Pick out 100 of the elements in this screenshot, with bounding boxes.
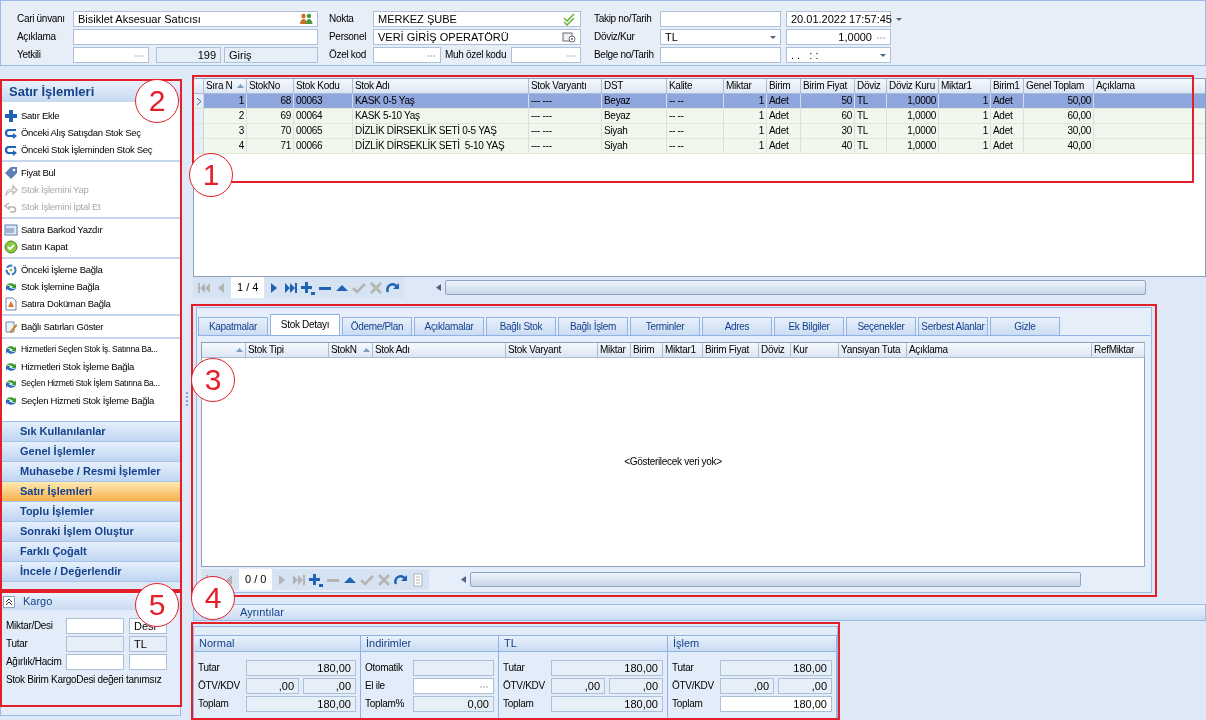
tab[interactable]: Stok Detayı [270, 314, 340, 335]
column-header[interactable]: StokNo [247, 79, 294, 93]
input-field[interactable] [66, 654, 124, 670]
column-header[interactable]: Miktar [724, 79, 767, 93]
action-item[interactable]: Satıra Doküman Bağla [1, 295, 114, 312]
column-header[interactable]: Miktar [598, 343, 631, 357]
tab[interactable]: Gizle [990, 317, 1060, 335]
column-header[interactable]: Stok Adı [353, 79, 529, 93]
action-item[interactable]: Bağlı Satırları Göster [1, 318, 107, 335]
action-item[interactable]: Fiyat Bul [1, 164, 59, 181]
action-item[interactable]: Hizmetleri Stok İşleme Bağla [1, 358, 138, 375]
input-field[interactable]: Giriş [224, 47, 318, 63]
scroll-left-icon[interactable] [461, 576, 467, 583]
input-field[interactable] [66, 618, 124, 634]
action-item[interactable]: Önceki İşleme Bağla [1, 261, 106, 278]
tab[interactable]: Bağlı Stok [486, 317, 556, 335]
action-item[interactable]: Satır Ekle [1, 107, 63, 124]
input-field[interactable] [129, 654, 167, 670]
column-header[interactable]: RefMiktar [1092, 343, 1145, 357]
input-field[interactable] [66, 636, 124, 652]
column-header[interactable]: StokN [329, 343, 373, 357]
navigation-bar-item[interactable]: Farklı Çoğalt [0, 542, 181, 562]
column-header[interactable]: Birim [767, 79, 801, 93]
input-field[interactable] [660, 11, 781, 27]
column-header[interactable]: Stok Tipi [246, 343, 329, 357]
column-header[interactable]: Stok Adı [373, 343, 506, 357]
redo-icon[interactable] [394, 572, 409, 587]
column-header[interactable]: Genel Toplam [1024, 79, 1094, 93]
check-icon[interactable] [360, 572, 375, 587]
input-field[interactable]: 180,00 [551, 696, 663, 712]
action-item[interactable]: Önceki Alış Satışdan Stok Seç [1, 124, 144, 141]
column-header[interactable]: Döviz Kuru [887, 79, 939, 93]
first-page-icon[interactable] [197, 280, 211, 295]
column-header[interactable]: DST [602, 79, 667, 93]
scrollbar[interactable] [461, 571, 1081, 588]
action-item[interactable]: Önceki Stok İşleminden Stok Seç [1, 141, 156, 158]
scrollbar[interactable] [436, 279, 1146, 296]
column-header[interactable]: Stok Varyant [506, 343, 598, 357]
column-header[interactable]: Sıra N [204, 79, 247, 93]
tab[interactable]: Bağlı İşlem [558, 317, 628, 335]
column-header[interactable]: Döviz [855, 79, 887, 93]
column-header[interactable]: Döviz [759, 343, 791, 357]
action-item[interactable]: Satıra Barkod Yazdır [1, 221, 106, 238]
row-header-cell[interactable] [194, 139, 204, 153]
dropdown-field[interactable]: TL [660, 29, 781, 45]
navigation-bar-item[interactable]: Genel İşlemler [0, 442, 181, 462]
scroll-left-icon[interactable] [436, 284, 442, 291]
input-field[interactable]: VERİ GİRİŞ OPERATÖRÜ [373, 29, 581, 45]
tab[interactable]: Serbest Alanlar [918, 317, 988, 335]
navigation-bar-item[interactable]: Satır İşlemleri [0, 482, 181, 502]
column-header[interactable]: Stok Kodu [294, 79, 353, 93]
tab[interactable]: Seçenekler [846, 317, 916, 335]
input-field[interactable]: ,00 [609, 678, 663, 694]
action-item[interactable]: Seçlen Hizmeti Stok İşleme Bağla [1, 392, 157, 409]
action-item[interactable]: Satırı Kapat [1, 238, 71, 255]
navigation-bar-item[interactable]: İncele / Değerlendir [0, 562, 181, 582]
action-item[interactable]: Stok İşlemine Bağla [1, 278, 103, 295]
input-field[interactable]: 180,00 [246, 660, 356, 676]
navigation-bar-item[interactable]: Sık Kullanılanlar [0, 422, 181, 442]
input-field[interactable]: MERKEZ ŞUBE [373, 11, 581, 27]
action-item[interactable]: Hizmetleri Seçlen Stok İş. Satırına Ba... [1, 341, 161, 358]
input-field[interactable]: 180,00 [720, 696, 832, 712]
redo-icon[interactable] [386, 280, 401, 295]
last-page-icon[interactable] [284, 280, 299, 295]
column-header[interactable]: Kalite [667, 79, 724, 93]
input-field[interactable]: TL [129, 636, 167, 652]
navigation-bar-item[interactable]: Sonraki İşlem Oluştur [0, 522, 181, 542]
lookup-field[interactable] [73, 47, 149, 63]
navigation-bar-item[interactable]: Toplu İşlemler [0, 502, 181, 522]
lookup-field[interactable] [413, 678, 494, 694]
column-header[interactable]: Miktar1 [663, 343, 703, 357]
column-header[interactable]: Birim Fiyat [801, 79, 855, 93]
check-icon[interactable] [352, 280, 367, 295]
action-item[interactable]: Seçlen Hizmeti Stok İşlem Satırına Ba... [1, 375, 163, 392]
column-header[interactable]: Açıklama [907, 343, 1092, 357]
tab[interactable]: Ek Bilgiler [774, 317, 844, 335]
input-field[interactable] [413, 660, 494, 676]
column-header[interactable]: Miktar1 [939, 79, 991, 93]
tab[interactable]: Adres [702, 317, 772, 335]
add-icon[interactable] [301, 280, 316, 295]
table-row[interactable]: 2 69 00064 KASK 5-10 Yaş --- --- Beyaz -- -- 1 Adet 60 TL 1,0000 1 Adet 60,00 [194, 109, 1205, 124]
lookup-field[interactable]: 1,0000 [786, 29, 891, 45]
input-field[interactable]: 180,00 [246, 696, 356, 712]
input-field[interactable] [73, 29, 318, 45]
input-field[interactable]: 180,00 [720, 660, 832, 676]
table-row[interactable]: 4 71 00066 DİZLİK DİRSEKLİK SETİ 5-10 YAŞ --- --- Siyah -- -- 1 Adet 40 TL 1,0000 1 Adet 40,00 [194, 139, 1205, 154]
table-row[interactable]: 1 68 00063 KASK 0-5 Yaş --- --- Beyaz -- -- 1 Adet 50 TL 1,0000 1 Adet 50,00 [194, 94, 1205, 109]
row-header-cell[interactable] [194, 124, 204, 138]
column-header[interactable]: Birim Fiyat [703, 343, 759, 357]
input-field[interactable]: ,00 [720, 678, 774, 694]
input-field[interactable]: ,00 [303, 678, 356, 694]
input-field[interactable]: ,00 [551, 678, 605, 694]
input-field[interactable]: 0,00 [413, 696, 494, 712]
lookup-field[interactable] [373, 47, 441, 63]
lookup-field[interactable] [511, 47, 581, 63]
column-header[interactable]: Yansıyan Tuta [839, 343, 907, 357]
tab[interactable]: Açıklamalar [414, 317, 484, 335]
column-header[interactable]: Kur [791, 343, 839, 357]
input-field[interactable]: 199 [156, 47, 221, 63]
input-field[interactable] [660, 47, 781, 63]
